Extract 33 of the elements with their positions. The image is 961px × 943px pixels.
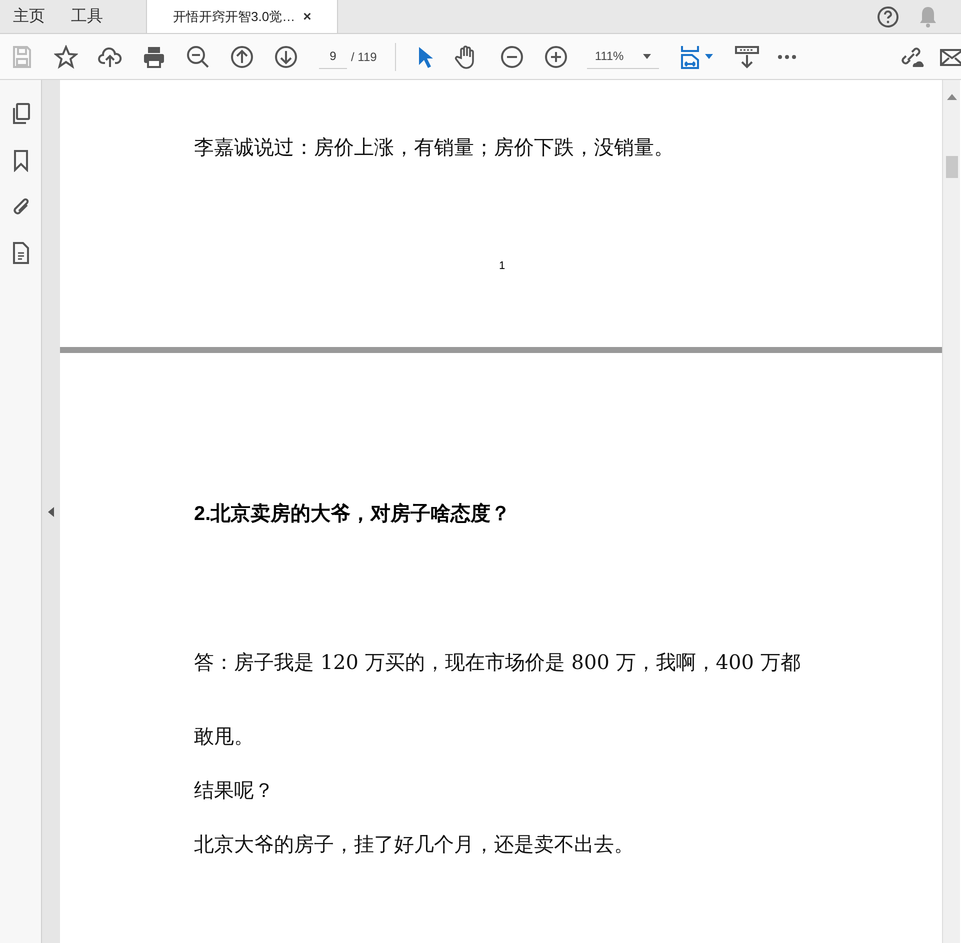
star-icon[interactable] [54, 44, 78, 68]
caret-icon [642, 54, 651, 58]
document-icon[interactable] [12, 242, 30, 264]
collapse-arrow-icon[interactable] [48, 506, 54, 516]
paragraph: 结果呢？ [194, 777, 275, 804]
close-button[interactable]: × [303, 6, 312, 27]
bookmark-icon[interactable] [12, 150, 28, 172]
fit-page-icon[interactable] [678, 44, 715, 68]
tab[interactable]: 工具 [58, 0, 116, 33]
zoom-dropdown[interactable]: 111% [586, 44, 659, 68]
page-total: / 119 [351, 48, 377, 66]
page-heading: 2.北京卖房的大爷，对房子啥态度？ [194, 502, 512, 527]
scroll-up-arrow-icon[interactable] [946, 94, 956, 100]
paragraph: 答：房子我是 120 万买的，现在市场价是 800 万，我啊，400 万都敢甩。 [194, 649, 802, 750]
paragraph: 北京大爷的房子，挂了好几个月，还是卖不出去。 [194, 831, 635, 858]
pages-icon[interactable] [10, 102, 30, 126]
cloud-upload-icon[interactable] [98, 44, 122, 68]
zoom-out-icon[interactable] [186, 44, 210, 68]
tab[interactable]: 开悟开窍开智3.0觉… × [146, 0, 338, 33]
paragraph: 李嘉诚说过：房价上涨，有销量；房价下跌，没销量。 [194, 134, 675, 161]
page-number-field[interactable]: 9 [319, 44, 347, 68]
scroll-thumb[interactable] [946, 156, 958, 178]
link-cloud-icon[interactable] [899, 44, 925, 68]
printer-icon[interactable] [142, 44, 166, 68]
arrow-up-circle-icon[interactable] [230, 44, 254, 68]
arrow-down-circle-icon[interactable] [274, 44, 298, 68]
page-number: 1 [499, 259, 506, 274]
zoom-in-circle-icon[interactable] [544, 44, 568, 68]
help-icon[interactable] [877, 6, 899, 28]
zoom-out-circle-icon[interactable] [500, 44, 524, 68]
tab[interactable]: 主页 [0, 0, 58, 33]
download-icon[interactable] [734, 44, 759, 68]
scrollbar[interactable] [942, 80, 960, 943]
